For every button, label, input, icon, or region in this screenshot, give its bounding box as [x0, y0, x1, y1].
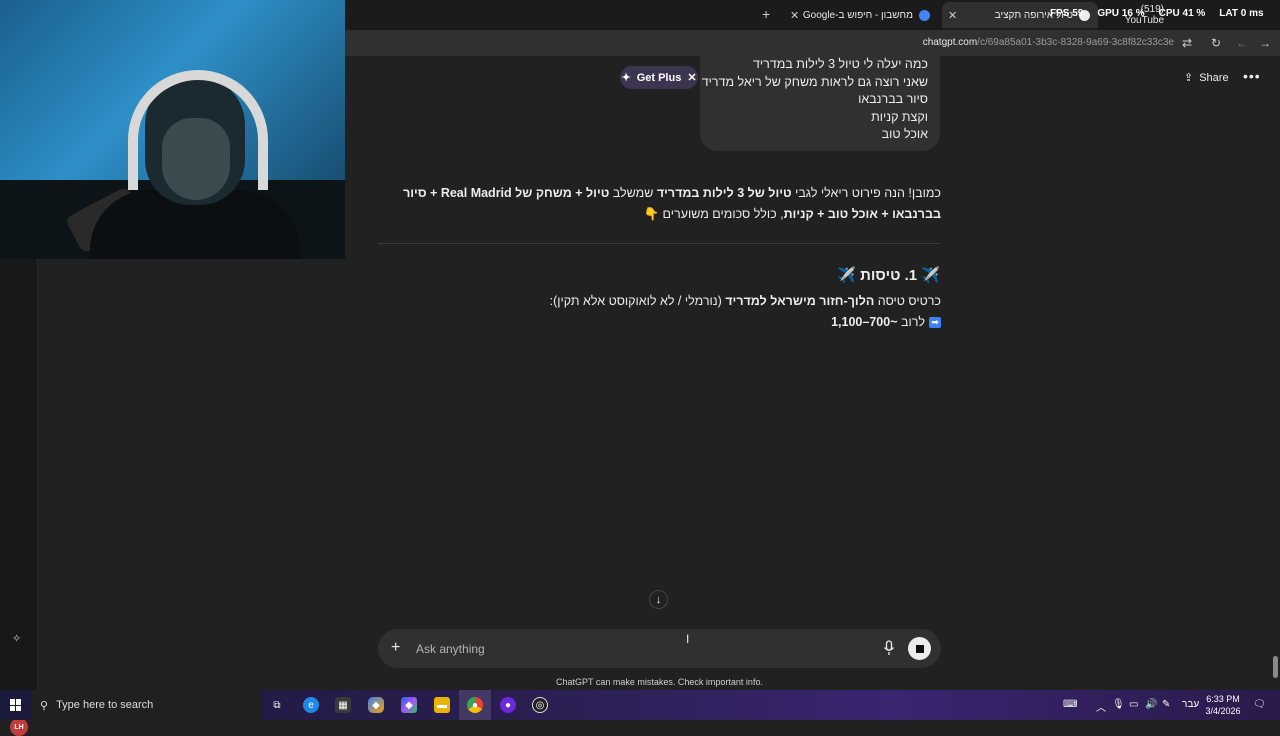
microphone-tray-icon[interactable]: 🎙: [1112, 699, 1125, 710]
cpu-readout: CPU 41 %: [1158, 8, 1206, 19]
assistant-intro: כמובן! הנה פירוט ריאלי לגבי טיול של 3 לי…: [378, 183, 941, 225]
scroll-down-button[interactable]: ↓: [649, 590, 668, 609]
gpu-readout: GPU 16 %: [1097, 8, 1145, 19]
file-explorer-icon[interactable]: ▬: [434, 697, 450, 713]
user-message-line: שאני רוצה גם לראות משחק של ריאל מדריד: [701, 74, 928, 89]
avatar-initials: LH: [14, 723, 24, 731]
obs-icon[interactable]: ◎: [532, 697, 548, 713]
new-tab-icon[interactable]: +: [762, 6, 770, 22]
close-icon[interactable]: ✕: [687, 71, 696, 84]
notifications-icon[interactable]: 🗨: [1253, 699, 1266, 710]
stop-generating-button[interactable]: [908, 637, 931, 660]
edge-icon[interactable]: e: [303, 697, 319, 713]
airplane-icon: ✈️: [921, 267, 940, 284]
answer-text: , כולל סכומים משוערים 👇: [643, 207, 784, 221]
url-host: chatgpt.com: [922, 37, 978, 48]
microsoft365-icon[interactable]: ◆: [401, 697, 417, 713]
share-button[interactable]: ⇪ Share: [1184, 71, 1229, 85]
composer: +: [378, 629, 941, 668]
taskbar: ⚲ Type here to search ⧉ e ▦ ◆ ◆ ▬ ● ● ◎ …: [0, 690, 1280, 720]
price-prefix: לרוב: [897, 315, 925, 329]
share-label: Share: [1199, 71, 1229, 84]
tab-google[interactable]: מחשבון - חיפוש ב-Google ✕: [784, 2, 938, 28]
user-message-line: כמה יעלה לי טיול 3 לילות במדריד: [752, 57, 928, 71]
back-icon[interactable]: ←: [1236, 36, 1248, 50]
pen-icon[interactable]: ✎: [1162, 699, 1170, 710]
close-tab-icon[interactable]: ✕: [948, 9, 957, 22]
answer-bold: טיול של 3 לילות במדריד: [656, 186, 792, 200]
user-message-bubble: כמה יעלה לי טיול 3 לילות במדריד שאני רוצ…: [700, 56, 940, 151]
chrome-profile-icon[interactable]: ●: [500, 697, 516, 713]
fps-readout: FPS 59: [1050, 8, 1084, 19]
section-title: 1. טיסות: [860, 267, 918, 284]
disclaimer: ChatGPT can make mistakes. Check importa…: [556, 677, 763, 687]
tab-title: מחשבון - חיפוש ב-Google: [802, 9, 913, 21]
sparkle-icon[interactable]: ✧: [12, 632, 21, 645]
flight-price: ➡ לרוב ~700–1,100: [700, 315, 941, 329]
clock-date: 3/4/2026: [1205, 706, 1241, 716]
user-message-line: אוכל טוב: [881, 127, 928, 141]
performance-overlay: FPS 59 GPU 16 % CPU 41 % LAT 0 ms: [1050, 8, 1264, 26]
get-plus-button[interactable]: ✦ Get Plus ✕: [620, 66, 698, 89]
divider: [378, 243, 941, 244]
search-icon: ⚲: [40, 699, 49, 712]
webcam-headphones: [128, 70, 268, 190]
flight-description: כרטיס טיסה הלוך-חזור מישראל למדריד (נורמ…: [500, 294, 941, 308]
price-value: ~700–1,100: [831, 315, 898, 329]
webcam-overlay: [0, 0, 345, 259]
answer-text: שמשלב: [609, 186, 657, 200]
user-message-line: סיור בברנבאו: [858, 92, 928, 106]
arrow-down-icon: ↓: [655, 593, 662, 606]
sparkle-icon: ✦: [621, 72, 631, 84]
section-heading: ✈️ 1. טיסות ✈️: [700, 266, 940, 284]
prompt-input[interactable]: [416, 640, 856, 658]
chrome-icon[interactable]: ●: [467, 697, 483, 713]
flight-text: כרטיס טיסה: [874, 294, 941, 308]
taskbar-search[interactable]: ⚲ Type here to search: [32, 690, 262, 720]
url-text[interactable]: chatgpt.com/c/69a85a01-3b3c-8328-9a69-3c…: [923, 37, 1174, 48]
url-path: /c/69a85a01-3b3c-8328-9a69-3c8f82c33c3e: [977, 37, 1174, 48]
search-placeholder: Type here to search: [56, 699, 154, 711]
flight-bold: הלוך-חזור מישראל למדריד: [725, 294, 875, 308]
share-icon: ⇪: [1184, 72, 1194, 84]
user-message-line: וקצת קניות: [871, 109, 928, 124]
text-cursor-icon: I: [686, 632, 690, 646]
airplane-icon: ✈️: [837, 267, 856, 284]
task-view-icon[interactable]: ⧉: [269, 697, 285, 713]
avatar[interactable]: LH: [10, 718, 28, 736]
volume-icon[interactable]: 🔊: [1145, 699, 1157, 710]
stop-icon: [915, 644, 924, 653]
scrollbar[interactable]: [1272, 56, 1280, 690]
forward-icon[interactable]: →: [1259, 36, 1271, 50]
lat-readout: LAT 0 ms: [1219, 8, 1264, 19]
reload-icon[interactable]: ↻: [1211, 36, 1221, 50]
clock[interactable]: 6:33 PM 3/4/2026: [1200, 693, 1246, 717]
close-tab-icon[interactable]: ✕: [790, 9, 799, 22]
right-arrow-icon: ➡: [929, 317, 941, 329]
tune-icon[interactable]: ⇄: [1182, 36, 1192, 50]
answer-text: כמובן! הנה פירוט ריאלי לגבי: [791, 186, 941, 200]
more-options-icon[interactable]: •••: [1243, 68, 1261, 84]
windows-start-icon[interactable]: [10, 699, 22, 711]
clock-time: 6:33 PM: [1206, 694, 1240, 704]
store-icon[interactable]: ▦: [335, 697, 351, 713]
keyboard-icon[interactable]: ⌨: [1063, 699, 1077, 710]
microphone-icon[interactable]: [883, 640, 895, 656]
add-attachment-icon[interactable]: +: [391, 639, 400, 657]
language-indicator[interactable]: עבר: [1182, 699, 1199, 710]
get-plus-label: Get Plus: [636, 71, 682, 84]
scrollbar-thumb[interactable]: [1273, 656, 1278, 678]
flight-text: (נורמלי / לא לואוקוסט אלא תקין):: [549, 294, 726, 308]
show-hidden-icons-icon[interactable]: ︿: [1096, 699, 1106, 714]
network-icon[interactable]: ▭: [1129, 699, 1138, 710]
copilot-icon[interactable]: ◆: [368, 697, 384, 713]
google-favicon: [919, 9, 930, 21]
